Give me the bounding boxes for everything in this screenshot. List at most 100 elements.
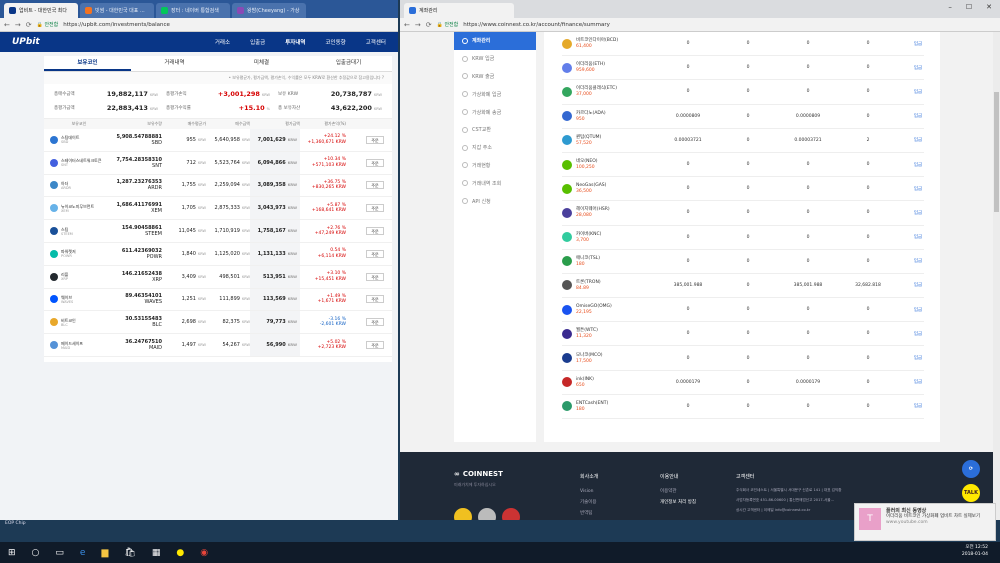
edge-icon[interactable]: e [80,548,86,558]
coin-text: 카이버(KNC) 3,700 [576,232,601,243]
deposit-link[interactable]: 입금 [898,234,938,240]
deposit-link[interactable]: 입금 [898,331,938,337]
coinnest-logo-icon: ∞ [454,470,460,478]
footer-link[interactable]: Vision [580,486,598,497]
back-icon[interactable]: ← [4,21,10,29]
sidebar-item[interactable]: CST교환 [454,121,536,139]
sidebar-item[interactable]: 가상화폐 송금 [454,103,536,121]
sidebar-item[interactable]: KRW 입금 [454,50,536,68]
deposit-link[interactable]: 입금 [898,379,938,385]
balance-value: 0 [806,162,810,168]
deposit-link[interactable]: 입금 [898,162,938,168]
footer-link[interactable]: 기술이용 [580,497,598,508]
minimize-icon[interactable]: – [948,3,952,11]
eval-value: 113,569 [262,296,286,303]
order-button[interactable]: 주문 [366,181,384,190]
holding-coin: 스팀 STEEM [44,227,114,236]
footer-link[interactable]: 번역팀 [580,508,598,519]
balance-subtab[interactable]: 거래내역 [131,56,218,71]
file-explorer-icon[interactable]: ▆ [101,548,108,558]
forward-icon[interactable]: → [15,21,21,29]
sidebar-item[interactable]: 거래내역 조회 [454,174,536,192]
balance-subtab[interactable]: 보유코인 [44,56,131,71]
deposit-link[interactable]: 입금 [898,403,938,409]
avg-price: 2,698 KRW [162,319,206,325]
sidebar-item[interactable]: 가상화폐 입금 [454,85,536,103]
deposit-link[interactable]: 입금 [898,355,938,361]
sidebar-item[interactable]: 지갑 주소 [454,139,536,157]
reload-icon[interactable]: ⟳ [26,21,32,29]
sidebar-item[interactable]: API 신청 [454,192,536,210]
order-button[interactable]: 주문 [366,158,384,167]
browser-tab[interactable]: 왕밤(Cheeyang) - 가상 [232,3,306,18]
balance-value: 0.0000179 [675,379,701,385]
kakaotalk-taskbar-icon[interactable]: ● [176,548,184,558]
nav-item[interactable]: 투자내역 [285,38,305,46]
order-button[interactable]: 주문 [366,227,384,236]
clock-time: 오전 12:52 [965,545,988,550]
store-icon[interactable]: 🛍 [124,548,135,558]
nav-item[interactable]: 입출금 [250,38,265,46]
tab-favicon [9,7,16,14]
sidebar-item[interactable]: 거래현황 [454,157,536,175]
holding-qty: 89.46354101 WAVES [114,293,162,305]
tab-strip: 업비트 - 대한민국 최다 빗썸 - 대한민국 대표 ... 장터 : 네이버 통합… [0,0,398,18]
browser-tab[interactable]: 업비트 - 대한민국 최다 [4,3,78,18]
deposit-link[interactable]: 입금 [898,282,938,288]
search-icon[interactable]: ○ [32,548,40,558]
back-icon[interactable]: ← [404,21,410,29]
task-view-icon[interactable]: ▭ [55,548,64,558]
sidebar-item[interactable]: 계좌관리 [454,32,536,50]
coin-row: 카이버(KNC) 3,700 0 0 0 0 입금 [562,226,924,250]
start-icon[interactable]: ⊞ [8,548,16,558]
order-button[interactable]: 주문 [366,295,384,304]
nav-item[interactable]: 코인동향 [326,38,346,46]
maximize-icon[interactable]: ☐ [966,3,972,11]
footer-link[interactable]: 이용약관 [660,486,696,497]
browser-tab[interactable]: 장터 : 네이버 통합검색 [156,3,230,18]
tab-coinnest[interactable]: 계좌관리 [404,3,514,18]
upbit-logo[interactable]: UPbit [12,37,152,47]
address-bar[interactable]: ← → ⟳ 🔒 안전함 https://upbit.com/investment… [0,18,398,32]
order-button[interactable]: 주문 [366,204,384,213]
order-button[interactable]: 주문 [366,272,384,281]
nav-item[interactable]: 거래소 [215,38,230,46]
reload-icon[interactable]: ⟳ [426,21,432,29]
page-scrollbar[interactable] [993,32,1000,520]
deposit-link[interactable]: 입금 [898,65,938,71]
order-button[interactable]: 주문 [366,341,384,350]
balance-subtab[interactable]: 입출금대기 [305,56,392,71]
deposit-link[interactable]: 입금 [898,186,938,192]
refresh-float-icon[interactable]: ⟳ [962,460,980,478]
calculator-icon[interactable]: ▦ [152,548,161,558]
notification-toast[interactable]: T 플러의 최신 동영상 이더리움 비트코인 가상화폐 업비트 차트 실제보기 … [854,503,996,541]
award-badge-icon [454,508,472,520]
order-button[interactable]: 주문 [366,249,384,258]
deposit-link[interactable]: 입금 [898,307,938,313]
profit-amount: +830,265 KRW [311,185,346,191]
url-text[interactable]: https://upbit.com/investments/balance [63,22,170,28]
chrome-icon[interactable]: ◉ [200,548,208,558]
close-icon[interactable]: ✕ [986,3,992,11]
order-button[interactable]: 주문 [366,318,384,327]
order-button[interactable]: 주문 [366,135,384,144]
url-text[interactable]: https://www.coinnest.co.kr/account/finan… [463,22,610,28]
desktop-icon-label[interactable]: EOP Chip [5,521,26,526]
balance-subtab[interactable]: 미체결 [218,56,305,71]
nav-item[interactable]: 고객센터 [366,38,386,46]
deposit-link[interactable]: 입금 [898,258,938,264]
forward-icon[interactable]: → [415,21,421,29]
deposit-link[interactable]: 입금 [898,41,938,47]
deposit-link[interactable]: 입금 [898,137,938,143]
address-bar[interactable]: ← → ⟳ 🔒 안전함 https://www.coinnest.co.kr/a… [400,18,1000,32]
browser-tab[interactable]: 빗썸 - 대한민국 대표 ... [80,3,154,18]
sidebar-item[interactable]: KRW 출금 [454,68,536,86]
footer-link[interactable]: 개인정보 처리 방침 [660,497,696,508]
deposit-link[interactable]: 입금 [898,89,938,95]
deposit-link[interactable]: 입금 [898,210,938,216]
avg-value: 1,840 [181,250,196,257]
system-clock[interactable]: 오전 12:52 2018-01-04 [962,544,988,558]
deposit-link[interactable]: 입금 [898,113,938,119]
scrollbar-thumb[interactable] [994,92,999,212]
kakao-talk-icon[interactable]: TALK [962,484,980,502]
